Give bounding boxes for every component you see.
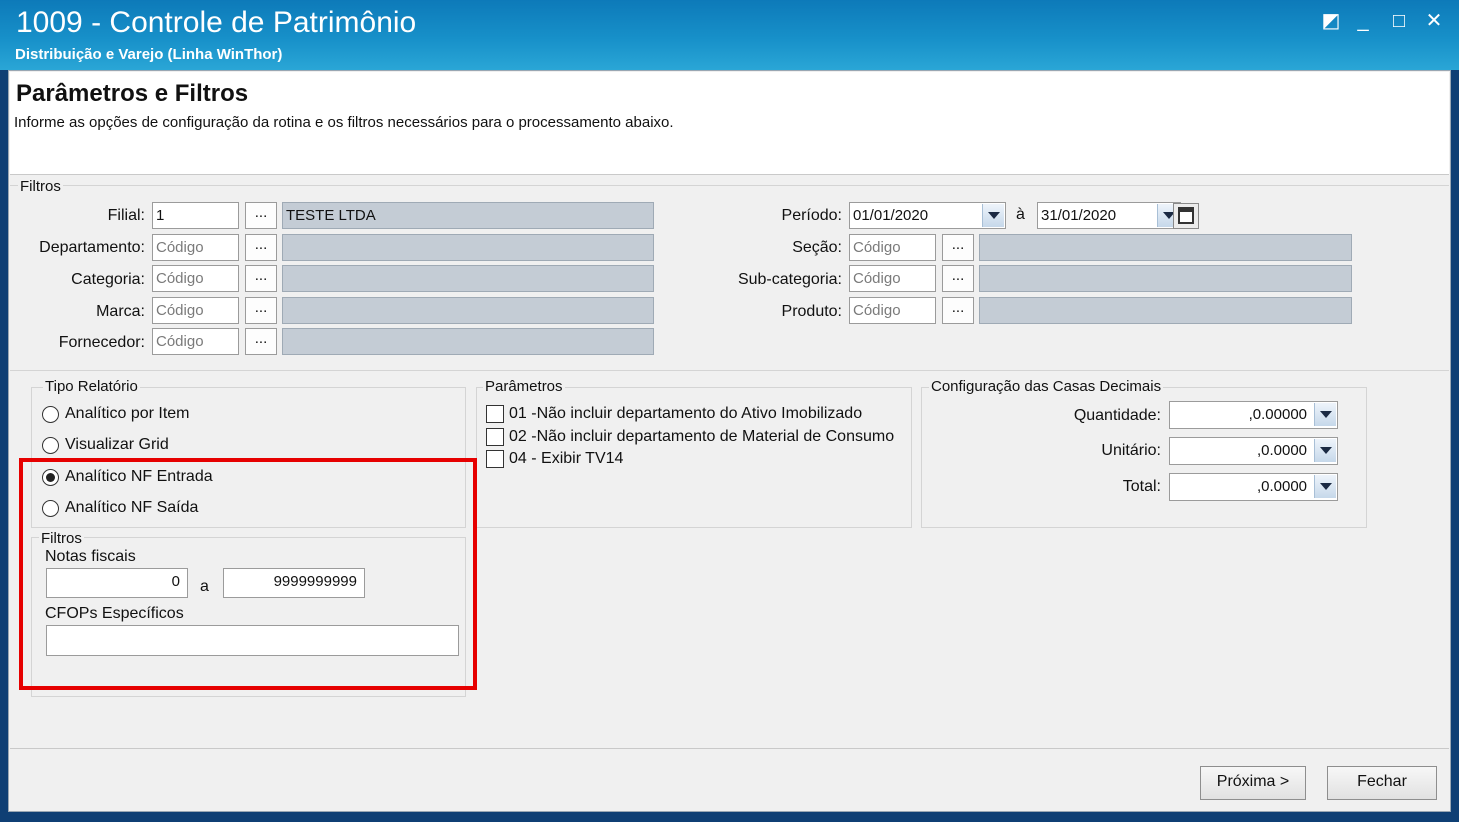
filial-label: Filial: xyxy=(107,207,145,224)
quantidade-value: ,0.00000 xyxy=(1248,406,1307,423)
window-title: 1009 - Controle de Patrimônio xyxy=(16,6,417,39)
total-value: ,0.0000 xyxy=(1256,478,1307,495)
fechar-button[interactable]: Fechar xyxy=(1327,766,1437,800)
unitario-combo[interactable]: ,0.0000 xyxy=(1169,437,1338,465)
footer-divider xyxy=(10,748,1449,749)
fornecedor-description xyxy=(282,328,654,355)
fornecedor-lookup-button[interactable]: ... xyxy=(245,328,277,355)
periodo-start-dropdown-icon[interactable] xyxy=(982,204,1004,227)
page-title: Parâmetros e Filtros xyxy=(16,80,249,107)
quantidade-label: Quantidade: xyxy=(1073,407,1161,424)
title-bar: 1009 - Controle de Patrimônio Distribuiç… xyxy=(0,0,1459,70)
marca-description xyxy=(282,297,654,324)
departamento-label: Departamento: xyxy=(39,239,145,256)
produto-label: Produto: xyxy=(781,303,842,320)
filial-lookup-button[interactable]: ... xyxy=(245,202,277,229)
departamento-lookup-button[interactable]: ... xyxy=(245,234,277,261)
produto-lookup-button[interactable]: ... xyxy=(942,297,974,324)
radio-visualizar-grid-label[interactable]: Visualizar Grid xyxy=(65,436,169,454)
periodo-separator: à xyxy=(1016,206,1025,223)
categoria-description xyxy=(282,265,654,292)
fornecedor-label: Fornecedor: xyxy=(58,334,145,351)
total-label: Total: xyxy=(1122,478,1161,495)
filial-description: TESTE LTDA xyxy=(282,202,654,229)
checkbox-param-04-label[interactable]: 04 - Exibir TV14 xyxy=(509,450,623,468)
subcategoria-input[interactable]: Código xyxy=(849,265,936,292)
parametros-label: Parâmetros xyxy=(483,378,565,395)
radio-analitico-item[interactable] xyxy=(42,406,59,423)
unitario-dropdown-icon[interactable] xyxy=(1314,439,1336,462)
categoria-input[interactable]: Código xyxy=(152,265,239,292)
quantidade-dropdown-icon[interactable] xyxy=(1314,403,1336,426)
produto-description xyxy=(979,297,1352,324)
radio-visualizar-grid[interactable] xyxy=(42,437,59,454)
window-client: Parâmetros e Filtros Informe as opções d… xyxy=(8,70,1451,812)
filtros-group-label: Filtros xyxy=(18,178,63,195)
page-description: Informe as opções de configuração da rot… xyxy=(14,114,674,131)
periodo-start-value: 01/01/2020 xyxy=(853,207,929,224)
departamento-description xyxy=(282,234,654,261)
restore-icon[interactable]: ◩ xyxy=(1318,8,1344,34)
subcategoria-description xyxy=(979,265,1352,292)
casas-decimais-label: Configuração das Casas Decimais xyxy=(929,378,1164,395)
filial-input[interactable]: 1 xyxy=(152,202,239,229)
marca-label: Marca: xyxy=(96,303,145,320)
checkbox-param-01[interactable] xyxy=(486,405,504,423)
window-subtitle: Distribuição e Varejo (Linha WinThor) xyxy=(15,46,283,63)
quantidade-combo[interactable]: ,0.00000 xyxy=(1169,401,1338,429)
departamento-input[interactable]: Código xyxy=(152,234,239,261)
fornecedor-input[interactable]: Código xyxy=(152,328,239,355)
secao-input[interactable]: Código xyxy=(849,234,936,261)
marca-lookup-button[interactable]: ... xyxy=(245,297,277,324)
periodo-end-combo[interactable]: 31/01/2020 xyxy=(1037,202,1181,229)
checkbox-param-02[interactable] xyxy=(486,428,504,446)
secao-label: Seção: xyxy=(792,239,842,256)
highlight-box xyxy=(19,458,477,690)
secao-lookup-button[interactable]: ... xyxy=(942,234,974,261)
tipo-relatorio-label: Tipo Relatório xyxy=(43,378,140,395)
categoria-label: Categoria: xyxy=(71,271,145,288)
secao-description xyxy=(979,234,1352,261)
marca-input[interactable]: Código xyxy=(152,297,239,324)
unitario-label: Unitário: xyxy=(1101,442,1161,459)
header-panel: Parâmetros e Filtros Informe as opções d… xyxy=(10,72,1449,175)
checkbox-param-04[interactable] xyxy=(486,450,504,468)
calendar-icon[interactable] xyxy=(1173,203,1199,229)
unitario-value: ,0.0000 xyxy=(1256,442,1307,459)
produto-input[interactable]: Código xyxy=(849,297,936,324)
total-combo[interactable]: ,0.0000 xyxy=(1169,473,1338,501)
close-icon[interactable]: ✕ xyxy=(1421,8,1447,34)
checkbox-param-01-label[interactable]: 01 -Não incluir departamento do Ativo Im… xyxy=(509,405,862,423)
periodo-start-combo[interactable]: 01/01/2020 xyxy=(849,202,1006,229)
minimize-icon[interactable]: _ xyxy=(1350,8,1376,34)
total-dropdown-icon[interactable] xyxy=(1314,475,1336,498)
checkbox-param-02-label[interactable]: 02 -Não incluir departamento de Material… xyxy=(509,428,894,446)
subcategoria-label: Sub-categoria: xyxy=(737,271,842,288)
radio-analitico-item-label[interactable]: Analítico por Item xyxy=(65,405,190,423)
subcategoria-lookup-button[interactable]: ... xyxy=(942,265,974,292)
maximize-icon[interactable]: □ xyxy=(1386,8,1412,34)
periodo-label: Período: xyxy=(781,207,842,224)
periodo-end-value: 31/01/2020 xyxy=(1041,207,1117,224)
divider xyxy=(10,370,1449,371)
proxima-button[interactable]: Próxima > xyxy=(1200,766,1306,800)
categoria-lookup-button[interactable]: ... xyxy=(245,265,277,292)
